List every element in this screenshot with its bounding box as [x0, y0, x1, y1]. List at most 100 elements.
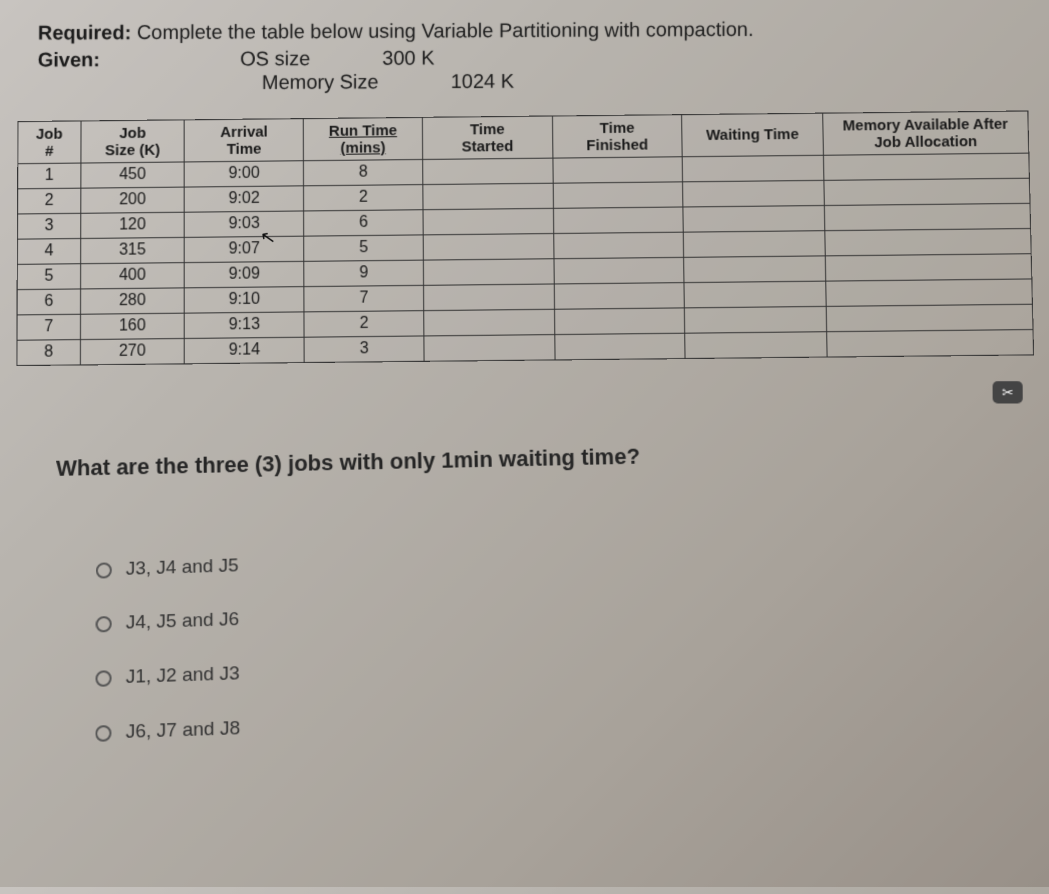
cell-size: 315	[80, 237, 184, 263]
cell-size: 160	[80, 313, 184, 339]
cell-job: 3	[17, 213, 80, 239]
cell-size: 270	[80, 338, 185, 364]
cell-wait	[683, 206, 824, 233]
cell-arrival: 9:09	[185, 261, 305, 288]
cell-runtime: 7	[304, 285, 424, 312]
th-arrival: ArrivalTime	[185, 119, 304, 162]
question-text: What are the three (3) jobs with only 1m…	[56, 435, 1033, 482]
option-2-label: J4, J5 and J6	[126, 609, 239, 635]
table-body: 14509:00822009:02231209:03643159:0755400…	[17, 153, 1034, 365]
os-size-value: 300 K	[382, 48, 434, 71]
cell-tstart	[423, 234, 553, 261]
cell-mem	[824, 178, 1030, 205]
cell-mem	[826, 330, 1033, 358]
cell-mem	[823, 153, 1029, 180]
cell-arrival: 9:13	[185, 312, 305, 339]
snip-badge-icon: ✂	[993, 381, 1023, 403]
cell-tfin	[553, 182, 683, 209]
cell-tstart	[424, 284, 555, 311]
cell-wait	[684, 256, 826, 283]
cell-runtime: 8	[304, 159, 423, 185]
cell-tstart	[423, 208, 553, 235]
cell-mem	[825, 279, 1032, 306]
cell-arrival: 9:10	[185, 287, 305, 314]
memory-size-value: 1024 K	[451, 71, 514, 94]
option-3-label: J1, J2 and J3	[126, 663, 240, 689]
cell-tfin	[553, 232, 684, 259]
cell-wait	[685, 306, 827, 333]
required-label: Required:	[38, 22, 131, 44]
cell-runtime: 9	[304, 260, 424, 287]
cell-job: 5	[17, 264, 80, 290]
os-size-label: OS size	[240, 48, 310, 71]
option-1-label: J3, J4 and J5	[126, 555, 239, 580]
required-text: Complete the table below using Variable …	[137, 19, 754, 44]
cell-tstart	[423, 183, 553, 210]
radio-icon[interactable]	[95, 725, 111, 742]
cell-size: 120	[80, 212, 184, 238]
cell-wait	[685, 332, 827, 359]
th-runtime: Run Time(mins)	[303, 117, 422, 160]
cell-tfin	[554, 257, 685, 284]
option-1[interactable]: J3, J4 and J5	[96, 531, 1026, 582]
radio-icon[interactable]	[96, 616, 112, 633]
option-2[interactable]: J4, J5 and J6	[96, 584, 1030, 635]
given-label: Given:	[38, 49, 100, 72]
cell-wait	[683, 180, 824, 207]
cell-tstart	[423, 259, 554, 286]
cell-mem	[824, 203, 1031, 230]
cell-tfin	[554, 283, 685, 310]
cell-arrival: 9:03	[185, 211, 304, 237]
cell-wait	[684, 231, 825, 258]
cell-size: 400	[80, 263, 184, 289]
required-line: Required: Complete the table below using…	[38, 17, 1031, 45]
memory-size-label: Memory Size	[262, 71, 379, 95]
cell-arrival: 9:00	[185, 161, 304, 187]
cell-arrival: 9:07	[185, 236, 304, 262]
cell-tstart	[424, 309, 555, 336]
th-time-started: TimeStarted	[422, 116, 552, 159]
cell-size: 280	[80, 288, 184, 314]
radio-icon[interactable]	[95, 670, 111, 687]
cell-arrival: 9:14	[185, 337, 305, 364]
th-time-finished: TimeFinished	[552, 115, 682, 158]
cell-job: 2	[18, 188, 81, 214]
cell-wait	[684, 281, 826, 308]
option-4-label: J6, J7 and J8	[126, 718, 241, 744]
cell-mem	[825, 229, 1032, 256]
cell-runtime: 2	[304, 185, 423, 211]
th-job: Job#	[18, 121, 81, 164]
cell-job: 1	[18, 163, 81, 189]
cell-job: 6	[17, 289, 80, 315]
job-table: Job# JobSize (K) ArrivalTime Run Time(mi…	[16, 111, 1034, 367]
snip-badge-glyph: ✂	[1002, 384, 1014, 401]
cell-size: 200	[80, 187, 184, 213]
cell-size: 450	[81, 162, 185, 188]
cell-tfin	[554, 333, 685, 360]
th-size: JobSize (K)	[81, 120, 185, 163]
cell-wait	[682, 155, 823, 182]
cell-runtime: 6	[304, 210, 423, 236]
th-memory-available: Memory Available AfterJob Allocation	[822, 111, 1028, 155]
worksheet-page: Required: Complete the table below using…	[15, 20, 1035, 745]
cell-runtime: 2	[304, 311, 424, 338]
cell-tstart	[424, 335, 555, 362]
cell-mem	[826, 304, 1033, 331]
cell-tstart	[423, 158, 553, 184]
option-4[interactable]: J6, J7 and J8	[95, 693, 1039, 745]
cell-job: 4	[17, 238, 80, 264]
th-waiting-time: Waiting Time	[682, 113, 823, 157]
given-line-2: Memory Size 1024 K	[262, 68, 1032, 95]
cell-job: 7	[17, 314, 80, 340]
option-3[interactable]: J1, J2 and J3	[95, 638, 1034, 690]
cell-mem	[825, 254, 1032, 281]
cell-runtime: 5	[304, 235, 424, 261]
answer-options: J3, J4 and J5 J4, J5 and J6 J1, J2 and J…	[95, 531, 1039, 745]
cell-tfin	[554, 308, 685, 335]
problem-header: Required: Complete the table below using…	[38, 20, 1032, 93]
radio-icon[interactable]	[96, 562, 112, 578]
cell-tfin	[553, 207, 683, 234]
cell-job: 8	[17, 340, 80, 366]
cell-runtime: 3	[304, 336, 424, 363]
cell-arrival: 9:02	[185, 186, 304, 212]
